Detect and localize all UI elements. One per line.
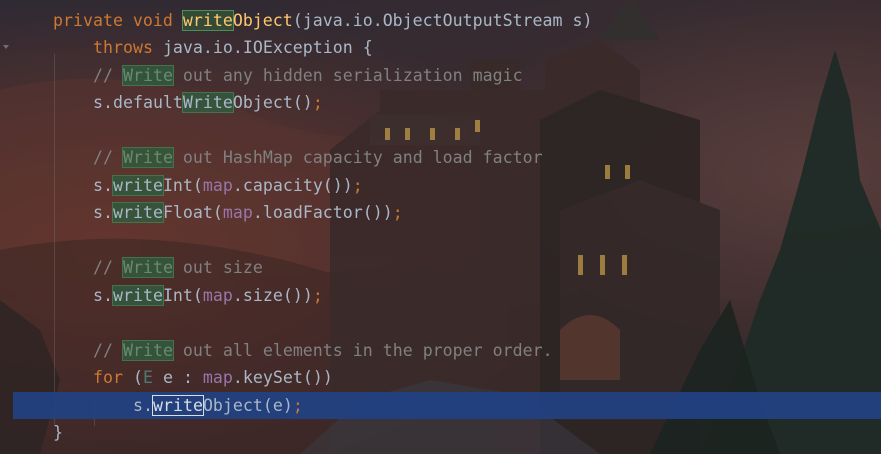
code-text: // Write out all elements in the proper … [93,337,553,364]
code-token: s. [93,176,113,195]
code-line[interactable]: // Write out any hidden serialization ma… [0,62,881,89]
code-token: Object [232,11,293,30]
code-token: Int( [162,286,203,305]
code-line[interactable]: // Write out HashMap capacity and load f… [0,144,881,171]
code-token: ; [392,203,403,222]
code-text: for (E e : map.keySet()) [93,364,333,391]
code-line[interactable]: s.writeFloat(map.loadFactor()); [0,199,881,226]
code-line[interactable]: s.writeInt(map.capacity()); [0,172,881,199]
usage-highlight-token: write [181,10,234,31]
code-text: // Write out size [93,254,263,281]
code-token: out any hidden serialization magic [172,66,523,85]
current-code-line[interactable]: s.writeObject(e); [13,392,881,419]
code-line[interactable] [0,227,881,254]
code-token: // [93,258,123,277]
code-token: Object() [232,93,313,112]
code-line[interactable]: throws java.io.IOException { [0,34,881,61]
code-line[interactable]: // Write out size [0,254,881,281]
code-line[interactable]: s.defaultWriteObject(); [0,89,881,116]
code-token: out size [172,258,263,277]
code-text: s.writeObject(e); [133,392,303,419]
code-token: map [202,368,233,387]
usage-highlight-token: Write [121,147,174,168]
usage-highlight-token: Write [121,65,174,86]
usage-highlight-token: write [111,175,164,196]
code-line[interactable]: for (E e : map.keySet()) [0,364,881,391]
code-token: out HashMap capacity and load factor [172,148,543,167]
code-token: ( [132,368,143,387]
code-token: } [53,423,63,442]
code-token: throws [93,38,163,57]
code-token: s. [93,286,113,305]
code-token: .capacity()) [232,176,353,195]
code-token: Object(e) [202,396,293,415]
code-token: map [202,286,233,305]
code-token: ; [292,396,303,415]
code-text: throws java.io.IOException { [93,34,373,61]
code-token: ; [352,176,363,195]
code-token: ; [312,93,323,112]
code-token: .loadFactor()) [252,203,393,222]
usage-highlight-token: write [111,202,164,223]
code-text: s.writeInt(map.size()); [93,282,323,309]
code-text: } [53,419,63,446]
code-token: map [202,176,233,195]
code-token: Int( [162,176,203,195]
code-token: for [93,368,133,387]
code-editor[interactable]: private void writeObject(java.io.ObjectO… [0,0,881,454]
usage-highlight-token: Write [121,340,174,361]
code-token: s. [93,203,113,222]
code-token: // [93,66,123,85]
code-line[interactable]: // Write out all elements in the proper … [0,337,881,364]
code-token: java.io.IOException { [162,38,373,57]
code-text: s.defaultWriteObject(); [93,89,323,116]
code-line[interactable]: private void writeObject(java.io.ObjectO… [0,7,881,34]
usage-highlight-token: Write [181,92,234,113]
code-text: s.writeInt(map.capacity()); [93,172,363,199]
code-token: map [222,203,253,222]
code-token: .keySet()) [232,368,333,387]
code-line[interactable] [0,309,881,336]
code-text: s.writeFloat(map.loadFactor()); [93,199,403,226]
code-token: private void [53,11,183,30]
code-token: ; [312,286,323,305]
code-text: private void writeObject(java.io.ObjectO… [53,7,593,34]
code-token: out all elements in the proper order. [172,341,553,360]
code-token: Float( [162,203,223,222]
usage-highlight-token: Write [121,257,174,278]
code-text: // Write out any hidden serialization ma… [93,62,523,89]
code-line[interactable]: } [0,419,881,446]
usage-highlight-token: write [151,395,204,416]
code-line[interactable]: s.writeInt(map.size()); [0,282,881,309]
code-token: (java.io.ObjectOutputStream s) [292,11,593,30]
code-token: .size()) [232,286,313,305]
code-token: // [93,341,123,360]
code-token: s. [133,396,153,415]
code-token: // [93,148,123,167]
code-token: e : [152,368,203,387]
code-token: E [142,368,153,387]
code-token: s.default [93,93,183,112]
usage-highlight-token: write [111,285,164,306]
code-text: // Write out HashMap capacity and load f… [93,144,543,171]
code-line[interactable] [0,117,881,144]
